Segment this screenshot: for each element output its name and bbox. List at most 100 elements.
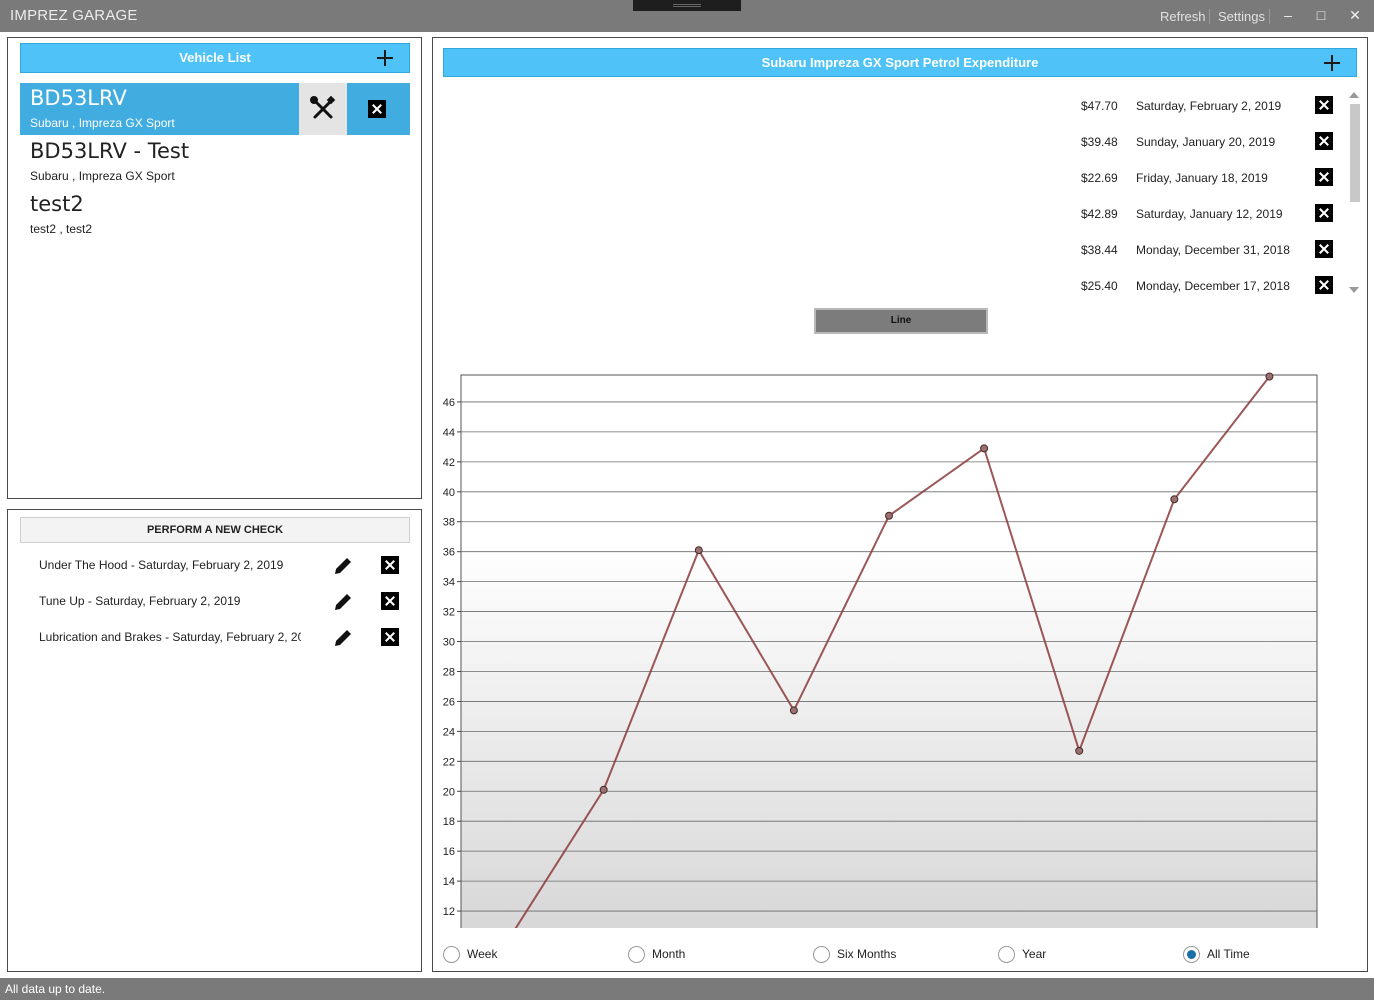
expenditure-entry[interactable]: $22.69 Friday, January 18, 2019 xyxy=(1073,168,1335,188)
y-tick-label: 38 xyxy=(443,517,455,529)
close-window-button[interactable]: ✕ xyxy=(1346,6,1364,24)
entry-date: Saturday, February 2, 2019 xyxy=(1136,99,1282,113)
vehicle-name: BD53LRV - Test xyxy=(30,139,190,163)
edit-icon[interactable] xyxy=(332,555,354,577)
maximize-button[interactable]: □ xyxy=(1312,6,1330,24)
delete-entry-icon[interactable] xyxy=(1315,96,1333,114)
y-tick-label: 18 xyxy=(443,816,455,828)
add-vehicle-icon[interactable] xyxy=(377,50,393,66)
y-tick-label: 34 xyxy=(443,577,455,589)
service-tools-button[interactable] xyxy=(299,83,347,135)
y-tick-label: 44 xyxy=(443,427,455,439)
vehicle-subtitle: Subaru , Impreza GX Sport xyxy=(30,116,175,130)
delete-entry-icon[interactable] xyxy=(1315,168,1333,186)
vehicle-name: BD53LRV xyxy=(30,86,127,110)
radio-label: Year xyxy=(1022,947,1047,961)
y-tick-label: 20 xyxy=(443,786,455,798)
check-item[interactable]: Tune Up - Saturday, February 2, 2019 xyxy=(39,591,399,613)
y-tick-label: 16 xyxy=(443,846,455,858)
app-title: IMPREZ GARAGE xyxy=(10,7,138,24)
check-item[interactable]: Lubrication and Brakes - Saturday, Febru… xyxy=(39,627,399,649)
add-expenditure-icon[interactable] xyxy=(1324,54,1340,71)
radio-button[interactable] xyxy=(628,946,645,963)
vehicle-item[interactable]: BD53LRV - Test Subaru , Impreza GX Sport xyxy=(20,136,410,188)
delete-check-icon[interactable] xyxy=(381,556,399,574)
status-text: All data up to date. xyxy=(5,982,106,996)
expenditure-chart: 1012141618202224262830323436384042444620… xyxy=(443,372,1318,928)
delete-entry-icon[interactable] xyxy=(1315,132,1333,150)
expenditure-entry[interactable]: $47.70 Saturday, February 2, 2019 xyxy=(1073,96,1335,116)
data-point xyxy=(885,511,893,520)
edit-icon[interactable] xyxy=(332,591,354,613)
entry-amount: $38.44 xyxy=(1081,243,1118,257)
expenditure-header[interactable]: Subaru Impreza GX Sport Petrol Expenditu… xyxy=(443,48,1357,77)
y-tick-label: 32 xyxy=(443,607,455,619)
data-point xyxy=(1265,372,1274,381)
scrollbar-thumb[interactable] xyxy=(1350,104,1360,202)
entry-amount: $25.40 xyxy=(1081,279,1118,293)
expenditure-panel: Subaru Impreza GX Sport Petrol Expenditu… xyxy=(432,37,1368,972)
edit-icon[interactable] xyxy=(332,627,354,649)
data-point xyxy=(1170,495,1179,504)
entry-amount: $47.70 xyxy=(1081,99,1118,113)
menu-divider xyxy=(1209,9,1210,24)
y-tick-label: 30 xyxy=(443,637,455,649)
radio-label: All Time xyxy=(1207,947,1250,961)
entry-date: Friday, January 18, 2019 xyxy=(1136,171,1268,185)
vehicle-item[interactable]: BD53LRV Subaru , Impreza GX Sport xyxy=(20,83,410,135)
y-tick-label: 12 xyxy=(443,906,455,918)
delete-check-icon[interactable] xyxy=(381,628,399,646)
data-point xyxy=(1075,746,1084,755)
wrench-screwdriver-icon xyxy=(310,95,336,119)
radio-button[interactable] xyxy=(813,946,830,963)
check-item[interactable]: Under The Hood - Saturday, February 2, 2… xyxy=(39,555,399,577)
vehicle-list-panel: Vehicle List BD53LRV Subaru , Impreza GX… xyxy=(7,37,422,499)
drag-handle[interactable] xyxy=(633,0,741,11)
expenditure-entry[interactable]: $25.40 Monday, December 17, 2018 xyxy=(1073,276,1335,296)
settings-link[interactable]: Settings xyxy=(1218,9,1265,24)
delete-entry-icon[interactable] xyxy=(1315,276,1333,294)
delete-entry-icon[interactable] xyxy=(1315,204,1333,222)
refresh-link[interactable]: Refresh xyxy=(1160,9,1206,24)
entry-date: Monday, December 17, 2018 xyxy=(1136,279,1290,293)
y-tick-label: 24 xyxy=(443,726,455,738)
entry-amount: $39.48 xyxy=(1081,135,1118,149)
expenditure-entry[interactable]: $42.89 Saturday, January 12, 2019 xyxy=(1073,204,1335,224)
delete-check-icon[interactable] xyxy=(381,592,399,610)
status-bar: All data up to date. xyxy=(0,978,1374,1000)
menu-divider xyxy=(1269,9,1270,24)
check-label: Lubrication and Brakes - Saturday, Febru… xyxy=(39,630,301,644)
y-tick-label: 22 xyxy=(443,756,455,768)
minimize-button[interactable]: – xyxy=(1279,6,1297,24)
expenditure-entry[interactable]: $38.44 Monday, December 31, 2018 xyxy=(1073,240,1335,260)
perform-check-button[interactable]: PERFORM A NEW CHECK xyxy=(20,517,410,543)
radio-button[interactable] xyxy=(1183,946,1200,963)
radio-button[interactable] xyxy=(998,946,1015,963)
vehicle-item[interactable]: test2 test2 , test2 xyxy=(20,189,410,241)
entry-date: Saturday, January 12, 2019 xyxy=(1136,207,1283,221)
vehicle-subtitle: Subaru , Impreza GX Sport xyxy=(30,169,175,183)
vehicle-list-title: Vehicle List xyxy=(179,50,251,65)
vehicle-subtitle: test2 , test2 xyxy=(30,222,93,236)
radio-button[interactable] xyxy=(443,946,460,963)
entry-date: Sunday, January 20, 2019 xyxy=(1136,135,1276,149)
entry-amount: $22.69 xyxy=(1081,171,1118,185)
checks-panel: PERFORM A NEW CHECK Under The Hood - Sat… xyxy=(7,509,422,972)
radio-label: Month xyxy=(652,947,686,961)
scroll-up-arrow[interactable] xyxy=(1349,92,1359,98)
y-tick-label: 26 xyxy=(443,696,455,708)
y-tick-label: 46 xyxy=(443,397,455,409)
entry-date: Monday, December 31, 2018 xyxy=(1136,243,1290,257)
check-label: Tune Up - Saturday, February 2, 2019 xyxy=(39,594,241,608)
vehicle-list-header[interactable]: Vehicle List xyxy=(20,43,410,73)
radio-label: Six Months xyxy=(837,947,897,961)
title-bar: IMPREZ GARAGE Refresh Settings – □ ✕ xyxy=(0,0,1374,32)
data-point xyxy=(694,546,703,555)
delete-vehicle-icon[interactable] xyxy=(368,100,386,118)
chart-type-button[interactable]: Line xyxy=(814,308,988,334)
expenditure-entry[interactable]: $39.48 Sunday, January 20, 2019 xyxy=(1073,132,1335,152)
scroll-down-arrow[interactable] xyxy=(1349,287,1359,293)
y-tick-label: 36 xyxy=(443,547,455,559)
delete-entry-icon[interactable] xyxy=(1315,240,1333,258)
vehicle-name: test2 xyxy=(30,192,84,216)
